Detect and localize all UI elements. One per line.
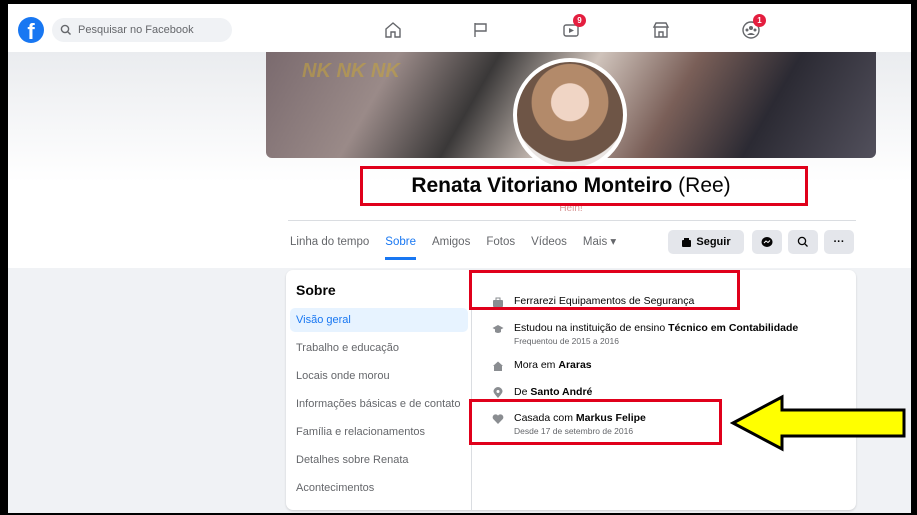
hometown-info-row: De Santo André bbox=[492, 386, 592, 399]
marketplace-icon[interactable] bbox=[648, 18, 674, 42]
messenger-icon bbox=[761, 237, 773, 247]
groups-icon[interactable]: 1 bbox=[738, 14, 766, 42]
profile-tabs: Linha do tempo Sobre Amigos Fotos Vídeos… bbox=[290, 228, 632, 260]
residence-info-row: Mora em Araras bbox=[492, 359, 592, 372]
from-city[interactable]: Santo André bbox=[530, 386, 592, 398]
house-icon bbox=[493, 361, 503, 371]
watch-badge: 9 bbox=[573, 14, 586, 27]
top-navigation-bar: f Pesquisar no Facebook 9 1 bbox=[8, 4, 911, 56]
browser-frame: f Pesquisar no Facebook 9 1 NK NK NK Ren… bbox=[8, 4, 911, 513]
search-placeholder: Pesquisar no Facebook bbox=[78, 24, 194, 36]
about-sidebar: Sobre Visão geral Trabalho e educação Lo… bbox=[286, 270, 472, 510]
relationship-highlight-box bbox=[469, 399, 722, 445]
education-prefix: Estudou na instituição de ensino bbox=[514, 322, 666, 334]
search-icon bbox=[797, 236, 808, 247]
groups-badge: 1 bbox=[753, 14, 766, 27]
tab-timeline[interactable]: Linha do tempo bbox=[290, 228, 369, 260]
lives-prefix: Mora em bbox=[514, 359, 556, 371]
about-menu-family-relationships[interactable]: Família e relacionamentos bbox=[290, 420, 468, 444]
search-input[interactable]: Pesquisar no Facebook bbox=[52, 18, 232, 42]
watch-icon[interactable]: 9 bbox=[558, 14, 586, 42]
arrow-icon bbox=[730, 394, 906, 452]
tab-more[interactable]: Mais ▾ bbox=[583, 228, 616, 260]
about-menu-overview[interactable]: Visão geral bbox=[290, 308, 468, 332]
follow-button[interactable]: Seguir bbox=[668, 230, 744, 254]
name-highlight-box bbox=[360, 166, 808, 206]
education-school[interactable]: Técnico em Contabilidade bbox=[668, 322, 798, 334]
from-prefix: De bbox=[514, 386, 528, 398]
tab-photos[interactable]: Fotos bbox=[486, 228, 515, 260]
about-title: Sobre bbox=[296, 282, 336, 298]
header-divider bbox=[288, 220, 856, 221]
tab-friends[interactable]: Amigos bbox=[432, 228, 470, 260]
profile-search-button[interactable] bbox=[788, 230, 818, 254]
more-options-label: ··· bbox=[833, 236, 845, 248]
tab-videos[interactable]: Vídeos bbox=[531, 228, 567, 260]
cover-photo-text: NK NK NK bbox=[302, 60, 400, 82]
messenger-button[interactable] bbox=[752, 230, 782, 254]
flag-icon[interactable] bbox=[468, 18, 494, 42]
home-icon[interactable] bbox=[380, 18, 406, 42]
education-info-row: Estudou na instituição de ensino Técnico… bbox=[492, 322, 798, 346]
about-menu-details[interactable]: Detalhes sobre Renata bbox=[290, 448, 468, 472]
follow-button-label: Seguir bbox=[696, 236, 731, 248]
search-icon bbox=[60, 24, 71, 35]
about-menu-work-education[interactable]: Trabalho e educação bbox=[290, 336, 468, 360]
about-menu-contact-info[interactable]: Informações básicas e de contato bbox=[290, 392, 468, 416]
profile-avatar[interactable] bbox=[513, 58, 627, 172]
tab-about[interactable]: Sobre bbox=[385, 228, 416, 260]
education-period: Frequentou de 2015 a 2016 bbox=[514, 336, 619, 346]
more-options-button[interactable]: ··· bbox=[824, 230, 854, 254]
follow-icon bbox=[682, 237, 692, 247]
location-pin-icon bbox=[493, 387, 503, 398]
graduation-cap-icon bbox=[492, 325, 504, 333]
about-menu-life-events[interactable]: Acontecimentos bbox=[290, 476, 468, 500]
facebook-logo-icon[interactable]: f bbox=[18, 17, 44, 43]
work-highlight-box bbox=[469, 270, 740, 310]
about-menu-places-lived[interactable]: Locais onde morou bbox=[290, 364, 468, 388]
lives-city[interactable]: Araras bbox=[558, 359, 591, 371]
